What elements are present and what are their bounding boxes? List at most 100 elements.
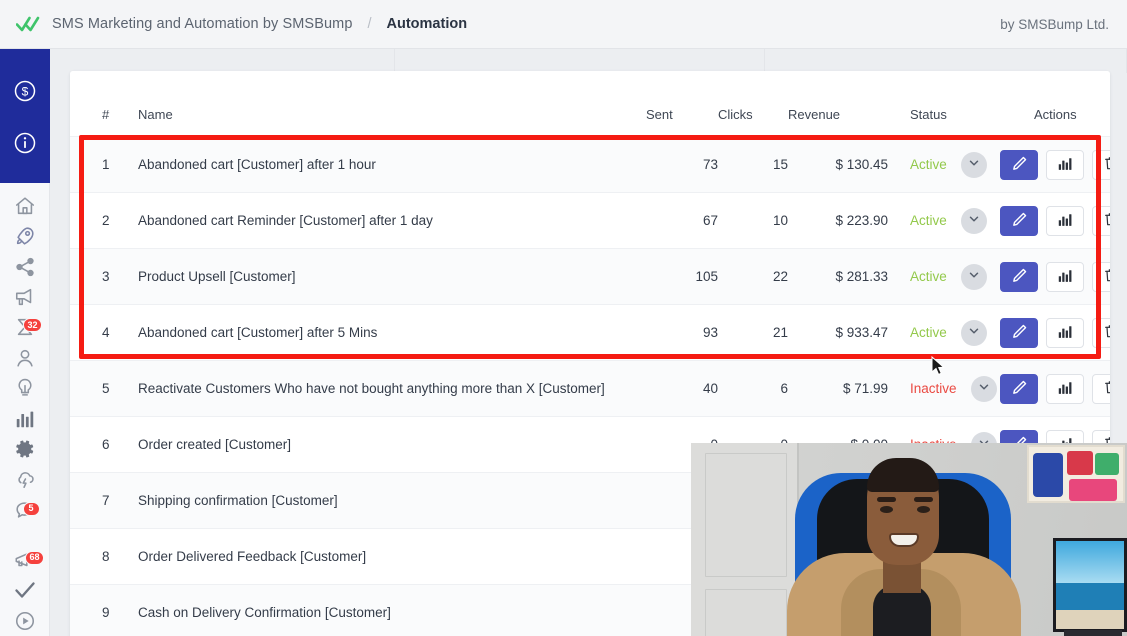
- webcam-video-overlay[interactable]: [691, 443, 1127, 636]
- delete-button[interactable]: [1092, 318, 1110, 348]
- expand-row-button[interactable]: [971, 376, 997, 402]
- table-row[interactable]: 1Abandoned cart [Customer] after 1 hour7…: [70, 137, 1110, 193]
- cell-actions: [980, 137, 1110, 193]
- breadcrumb-brand[interactable]: SMS Marketing and Automation by SMSBump: [52, 16, 352, 32]
- webcam-presenter-brow-left: [877, 497, 896, 502]
- delete-button[interactable]: [1092, 374, 1110, 404]
- cell-status: Active: [888, 193, 980, 249]
- sidebar-item-info[interactable]: [0, 117, 50, 169]
- delete-button[interactable]: [1092, 262, 1110, 292]
- table-header: # Name Sent Clicks Revenue Status Action…: [70, 71, 1110, 137]
- webcam-presenter-brow-right: [914, 497, 933, 502]
- cell-clicks: 21: [718, 305, 788, 361]
- tab-segment-1[interactable]: [50, 49, 395, 73]
- status-badge: Active: [910, 213, 947, 228]
- dollar-circle-icon: $: [13, 79, 37, 103]
- table-row[interactable]: 4Abandoned cart [Customer] after 5 Mins9…: [70, 305, 1110, 361]
- column-header-clicks: Clicks: [718, 71, 788, 137]
- edit-button[interactable]: [1000, 318, 1038, 348]
- sidebar-item-settings[interactable]: [0, 434, 50, 464]
- cell-num: 9: [70, 585, 126, 636]
- cell-num: 3: [70, 249, 126, 305]
- chevron-down-icon: [968, 325, 980, 340]
- sidebar-item-ideas[interactable]: [0, 373, 50, 403]
- cell-revenue: $ 933.47: [788, 305, 888, 361]
- trash-icon: [1103, 323, 1110, 342]
- tv-screen-sand: [1056, 610, 1124, 629]
- sidebar-item-announcements[interactable]: [0, 282, 50, 312]
- cell-name[interactable]: Cash on Delivery Confirmation [Customer]: [126, 585, 646, 636]
- user-icon: [14, 347, 36, 369]
- cell-clicks: 6: [718, 361, 788, 417]
- lightbulb-icon: [14, 377, 36, 399]
- cell-name[interactable]: Order Delivered Feedback [Customer]: [126, 529, 646, 585]
- expand-row-button[interactable]: [961, 320, 987, 346]
- table-row[interactable]: 5Reactivate Customers Who have not bough…: [70, 361, 1110, 417]
- sidebar-item-integrations[interactable]: [0, 464, 50, 494]
- chevron-down-icon: [968, 157, 980, 172]
- tab-segment-3[interactable]: [765, 49, 1127, 73]
- expand-row-button[interactable]: [961, 208, 987, 234]
- stats-button[interactable]: [1046, 150, 1084, 180]
- sidebar-badge-automation: 32: [23, 318, 41, 332]
- stats-button[interactable]: [1046, 262, 1084, 292]
- webcam-wall-art: [1027, 445, 1125, 503]
- sidebar-item-automation[interactable]: 32: [0, 312, 50, 342]
- cell-name[interactable]: Abandoned cart [Customer] after 5 Mins: [126, 305, 646, 361]
- sidebar-item-campaigns[interactable]: [0, 221, 50, 251]
- play-circle-icon: [14, 610, 36, 632]
- column-header-name: Name: [126, 71, 646, 137]
- expand-row-button[interactable]: [961, 264, 987, 290]
- cell-name[interactable]: Reactivate Customers Who have not bought…: [126, 361, 646, 417]
- expand-row-button[interactable]: [961, 152, 987, 178]
- cell-actions: [980, 249, 1110, 305]
- edit-button[interactable]: [1000, 150, 1038, 180]
- chevron-down-icon: [968, 269, 980, 284]
- sidebar-item-analytics[interactable]: [0, 403, 50, 433]
- trash-icon: [1103, 211, 1110, 230]
- status-badge: Active: [910, 325, 947, 340]
- cell-name[interactable]: Abandoned cart [Customer] after 1 hour: [126, 137, 646, 193]
- delete-button[interactable]: [1092, 150, 1110, 180]
- cell-clicks: 15: [718, 137, 788, 193]
- stats-button[interactable]: [1046, 206, 1084, 236]
- cell-actions: [980, 193, 1110, 249]
- cell-status: Active: [888, 137, 980, 193]
- sidebar-item-billing[interactable]: $: [0, 65, 50, 117]
- trash-icon: [1103, 379, 1110, 398]
- table-row[interactable]: 2Abandoned cart Reminder [Customer] afte…: [70, 193, 1110, 249]
- table-row[interactable]: 3Product Upsell [Customer]10522$ 281.33A…: [70, 249, 1110, 305]
- edit-button[interactable]: [1000, 374, 1038, 404]
- delete-button[interactable]: [1092, 206, 1110, 236]
- sidebar-item-messages[interactable]: 5: [0, 495, 50, 525]
- tab-segment-2[interactable]: [395, 49, 765, 73]
- sidebar-item-tasks[interactable]: [0, 575, 50, 605]
- cell-name[interactable]: Product Upsell [Customer]: [126, 249, 646, 305]
- status-badge: Active: [910, 157, 947, 172]
- cell-sent: 67: [646, 193, 718, 249]
- tv-stand: [1064, 630, 1122, 636]
- breadcrumb-current-page: Automation: [387, 16, 468, 32]
- sidebar-item-notifications[interactable]: 68: [0, 545, 50, 575]
- sidebar-item-home[interactable]: [0, 191, 50, 221]
- stats-button[interactable]: [1046, 374, 1084, 404]
- cell-sent: 93: [646, 305, 718, 361]
- cell-name[interactable]: Abandoned cart Reminder [Customer] after…: [126, 193, 646, 249]
- svg-text:$: $: [21, 85, 28, 99]
- cell-num: 1: [70, 137, 126, 193]
- bar-chart-icon: [1057, 323, 1074, 343]
- trash-icon: [1103, 267, 1110, 286]
- cell-name[interactable]: Order created [Customer]: [126, 417, 646, 473]
- chevron-down-icon: [978, 381, 990, 396]
- sidebar-item-share[interactable]: [0, 251, 50, 281]
- sidebar-item-tutorials[interactable]: [0, 606, 50, 636]
- sidebar-item-subscribers[interactable]: [0, 343, 50, 373]
- webcam-television: [1053, 538, 1127, 632]
- pencil-icon: [1011, 379, 1028, 399]
- edit-button[interactable]: [1000, 206, 1038, 236]
- cell-clicks: 22: [718, 249, 788, 305]
- cell-actions: [980, 305, 1110, 361]
- cell-name[interactable]: Shipping confirmation [Customer]: [126, 473, 646, 529]
- edit-button[interactable]: [1000, 262, 1038, 292]
- stats-button[interactable]: [1046, 318, 1084, 348]
